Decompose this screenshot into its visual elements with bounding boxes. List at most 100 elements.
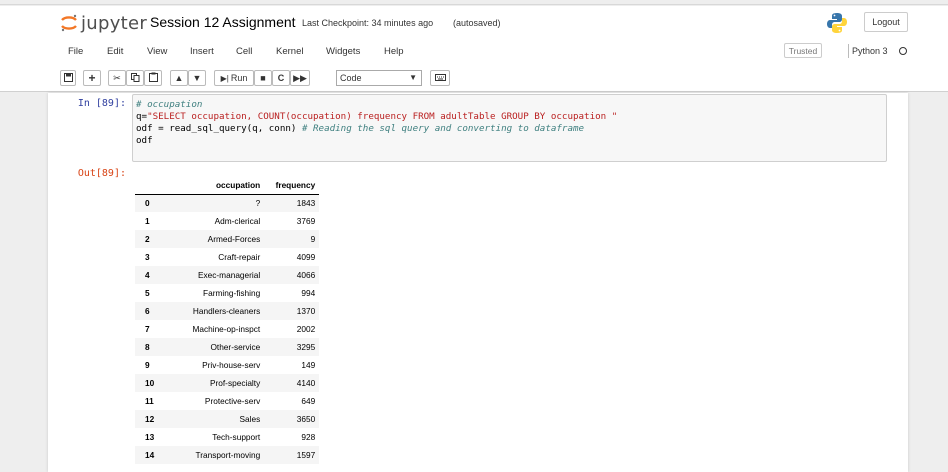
command-palette-button[interactable] <box>430 70 450 86</box>
paste-icon <box>148 72 158 84</box>
frequency-cell: 649 <box>301 396 316 406</box>
cut-button[interactable]: ✂ <box>108 70 126 86</box>
occupation-cell: Tech-support <box>212 432 261 442</box>
row-index: 10 <box>145 378 155 388</box>
row-index: 8 <box>145 342 150 352</box>
frequency-cell: 4140 <box>296 378 316 388</box>
column-header-occupation: occupation <box>158 176 265 195</box>
move-up-icon: ▲ <box>174 73 184 83</box>
menu-help[interactable]: Help <box>384 46 404 57</box>
jupyter-logo-icon <box>60 14 78 32</box>
restart-button[interactable]: C <box>272 70 290 86</box>
frequency-cell: 4066 <box>296 270 316 280</box>
menu-widgets[interactable]: Widgets <box>326 46 360 57</box>
menu-cell[interactable]: Cell <box>236 46 252 57</box>
input-prompt: In [89]: <box>77 98 126 109</box>
cut-icon: ✂ <box>113 72 121 83</box>
notebook-title[interactable]: Session 12 Assignment <box>150 14 296 30</box>
occupation-cell: Sales <box>239 414 261 424</box>
interrupt-button[interactable]: ■ <box>254 70 272 86</box>
code-line-4: odf <box>136 135 153 146</box>
code-editor[interactable]: # occupation q="SELECT occupation, COUNT… <box>132 94 887 162</box>
code-call: odf = read_sql_query(q, conn) <box>136 123 302 134</box>
table-row: 2 Armed-Forces 9 <box>135 230 320 248</box>
restart-icon: C <box>277 73 285 83</box>
row-index: 4 <box>145 270 150 280</box>
table-row: 0? 1843 <box>135 194 320 212</box>
frequency-cell: 9 <box>310 234 316 244</box>
table-row: 11 Protective-serv 649 <box>135 392 319 410</box>
code-inline-comment: # Reading the sql query and converting t… <box>301 123 585 134</box>
fast-forward-icon: ▶▶ <box>293 72 307 83</box>
row-index: 11 <box>145 396 154 406</box>
frequency-cell: 994 <box>301 288 316 298</box>
cell-type-select[interactable]: Code ▼ <box>336 70 422 86</box>
row-index: 5 <box>145 288 150 298</box>
row-index: 12 <box>145 414 155 424</box>
code-line-1: # occupation <box>136 99 203 110</box>
menu-kernel[interactable]: Kernel <box>276 46 303 57</box>
frequency-cell: 4099 <box>296 252 316 262</box>
code-line-3: odf = read_sql_query(q, conn) # Reading … <box>136 123 883 135</box>
menu-file[interactable]: File <box>68 46 83 57</box>
add-cell-button[interactable]: + <box>83 70 101 86</box>
run-icon: ▶| <box>220 73 229 83</box>
logout-button[interactable]: Logout <box>864 12 908 32</box>
row-index: 3 <box>145 252 150 262</box>
table-body: 0? 1843 1 Adm-clerical 3769 2 Armed-Forces 9 3 Cr… <box>135 194 320 464</box>
row-index: 0 <box>145 198 150 209</box>
occupation-cell: Machine-op-inspct <box>192 324 261 334</box>
occupation-cell: Handlers-cleaners <box>192 306 261 316</box>
table-row: 14 Transport-moving 1597 <box>135 446 320 464</box>
menu-insert[interactable]: Insert <box>190 46 214 57</box>
table-row: 10 Prof-specialty 4140 <box>135 374 320 392</box>
trusted-indicator[interactable]: Trusted <box>784 43 822 58</box>
menu-view[interactable]: View <box>147 46 167 57</box>
occupation-cell: Transport-moving <box>195 450 261 460</box>
code-line-2: q="SELECT occupation, COUNT(occupation) … <box>136 111 883 123</box>
occupation-cell: Craft-repair <box>218 252 261 262</box>
copy-icon <box>130 72 140 84</box>
frequency-cell: 3295 <box>296 342 316 352</box>
save-button[interactable] <box>60 70 76 86</box>
table-row: 8 Other-service 3295 <box>135 338 320 356</box>
dataframe-table: occupation frequency 0? 1843 1 Adm-clerical… <box>135 176 320 464</box>
jupyter-wordmark: jupyter <box>81 12 148 34</box>
column-header-frequency: frequency <box>264 176 320 195</box>
code-assign: q= <box>136 111 148 122</box>
occupation-cell: Prof-specialty <box>209 378 261 388</box>
row-index: 7 <box>145 324 150 334</box>
menu-bar: File Edit View Insert Cell Kernel Widget… <box>60 40 908 64</box>
copy-button[interactable] <box>126 70 144 86</box>
occupation-cell: Protective-serv <box>204 396 261 406</box>
frequency-cell: 149 <box>301 360 316 370</box>
chevron-down-icon: ▼ <box>409 73 417 82</box>
frequency-cell: 3769 <box>296 216 316 226</box>
stop-icon: ■ <box>260 73 266 83</box>
table-row: 4 Exec-managerial 4066 <box>135 266 320 284</box>
notebook-page: In [89]: # occupation q="SELECT occupati… <box>48 93 908 472</box>
run-button[interactable]: ▶| Run <box>214 70 254 86</box>
table-row: 3 Craft-repair 4099 <box>135 248 319 266</box>
move-down-icon: ▼ <box>192 73 202 83</box>
frequency-cell: 3650 <box>296 414 316 424</box>
table-row: 7 Machine-op-inspct 2002 <box>135 320 319 338</box>
occupation-cell: Other-service <box>210 342 261 352</box>
table-header-row: occupation frequency <box>135 176 320 195</box>
occupation-cell: Priv-house-serv <box>202 360 261 370</box>
jupyter-logo[interactable]: jupyter <box>60 12 147 34</box>
table-row: 12 Sales 3650 <box>135 410 320 428</box>
run-label: Run <box>230 73 248 83</box>
move-up-button[interactable]: ▲ <box>170 70 188 86</box>
table-row: 1 Adm-clerical 3769 <box>135 212 319 230</box>
checkpoint-status: Last Checkpoint: 34 minutes ago <box>302 18 434 28</box>
keyboard-icon <box>434 73 446 83</box>
save-icon <box>63 72 73 84</box>
row-index: 9 <box>145 360 150 370</box>
row-index: 14 <box>145 450 155 460</box>
menu-edit[interactable]: Edit <box>107 46 123 57</box>
paste-button[interactable] <box>144 70 162 86</box>
row-index: 6 <box>145 306 150 316</box>
move-down-button[interactable]: ▼ <box>188 70 206 86</box>
restart-run-all-button[interactable]: ▶▶ <box>290 70 310 86</box>
